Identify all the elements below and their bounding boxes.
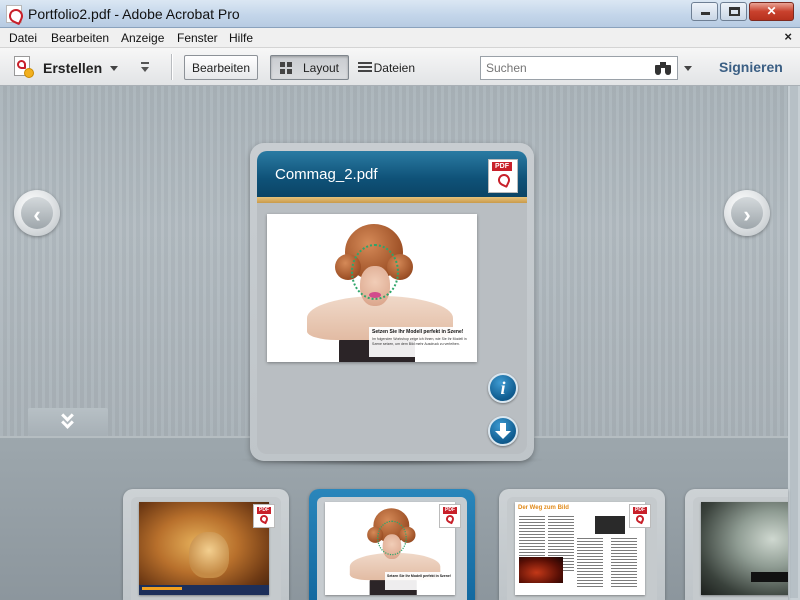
layout-view-button[interactable]: Layout [270, 55, 349, 80]
edit-button[interactable]: Bearbeiten [184, 55, 258, 80]
thumbnail-frame [693, 497, 788, 600]
pdf-file-icon: PDF [253, 504, 275, 528]
files-view-button[interactable]: Dateien [349, 55, 424, 80]
previous-file-button-face: ‹ [21, 197, 53, 229]
flower-caption-bar [751, 572, 788, 582]
file-preview[interactable]: Setzen Sie Ihr Modell perfekt in Szene! … [267, 214, 477, 362]
create-label: Erstellen [43, 60, 103, 76]
download-icon [495, 431, 511, 439]
pdf-swirl [444, 513, 456, 525]
vertical-scrollbar[interactable] [788, 86, 800, 600]
pdf-label: PDF [257, 507, 271, 514]
list-icon [358, 62, 372, 73]
pdf-label: PDF [492, 162, 512, 171]
search-input[interactable] [486, 59, 651, 77]
thumbnail-frame: PDF [131, 497, 281, 600]
previous-file-button[interactable]: ‹ [14, 190, 60, 236]
double-chevron-down-icon [61, 409, 75, 431]
thumbnail-frame: Der Weg zum Bild PDF [507, 497, 657, 600]
text-column [611, 538, 637, 588]
thumbnail-page: Der Weg zum Bild [515, 502, 645, 595]
preview-caption-title: Setzen Sie Ihr Modell perfekt in Szene! [372, 329, 464, 335]
binoculars-icon[interactable] [655, 62, 671, 75]
files-view-label: Dateien [373, 60, 415, 75]
info-icon: i [500, 378, 506, 398]
create-button[interactable]: Erstellen [12, 55, 119, 81]
grid-icon [280, 61, 293, 74]
customize-toolbar-icon[interactable] [140, 62, 150, 74]
collapse-panel-button[interactable] [28, 408, 108, 436]
next-file-button-face: › [731, 197, 763, 229]
thumbnail-page [139, 502, 269, 595]
menu-hilfe[interactable]: Hilfe [229, 31, 253, 45]
toolbar-separator [171, 54, 172, 80]
close-window-button[interactable]: ✕ [749, 2, 794, 21]
pdf-swirl [634, 513, 646, 525]
menu-bearbeiten[interactable]: Bearbeiten [51, 31, 109, 45]
preview-caption: Setzen Sie Ihr Modell perfekt in Szene! … [369, 327, 474, 357]
toolbar: Erstellen Bearbeiten Layout Dateien [0, 48, 800, 86]
create-pdf-icon [12, 56, 34, 80]
thumbnail-page: Setzen Sie Ihr Modell perfekt in Szene! [325, 502, 455, 595]
close-icon: ✕ [766, 4, 777, 18]
menu-anzeige[interactable]: Anzeige [121, 31, 164, 45]
maximize-button[interactable] [720, 2, 747, 21]
pdf-label: PDF [633, 507, 647, 514]
magazine-inset [595, 516, 625, 534]
header-stripe [257, 197, 527, 203]
sign-link[interactable]: Signieren [719, 59, 783, 75]
thumbnail-lion[interactable]: PDF [123, 489, 289, 600]
magazine-title: Der Weg zum Bild [518, 505, 569, 511]
download-button[interactable] [488, 416, 518, 446]
thumbnail-page [701, 502, 788, 595]
title-bar: Portfolio2.pdf - Adobe Acrobat Pro ✕ [0, 0, 800, 28]
window-controls: ✕ [691, 2, 794, 21]
file-card-header: Commag_2.pdf [257, 151, 527, 197]
magazine-page: Der Weg zum Bild [515, 502, 645, 595]
next-file-button[interactable]: › [724, 190, 770, 236]
thumbnail-commag-2[interactable]: Setzen Sie Ihr Modell perfekt in Szene! … [309, 489, 475, 600]
window-title: Portfolio2.pdf - Adobe Acrobat Pro [28, 6, 240, 22]
create-icon-swirl [17, 60, 26, 69]
pdf-file-icon: PDF [629, 504, 651, 528]
lion-face [189, 532, 229, 578]
pdf-swirl [496, 172, 512, 188]
chevron-down-icon [110, 65, 119, 71]
customize-icon-bar [141, 62, 149, 64]
scrollbar-track[interactable] [790, 86, 798, 598]
thumbnail-caption: Setzen Sie Ihr Modell perfekt in Szene! [385, 572, 451, 590]
chevron-right-icon: › [743, 202, 751, 227]
thumbnail-weg-zum-bild[interactable]: Der Weg zum Bild PDF [499, 489, 665, 600]
preview-caption-text: Im folgenden Workshop zeige ich Ihnen, w… [372, 337, 467, 346]
pdf-file-icon: PDF [439, 504, 461, 528]
minimize-button[interactable] [691, 2, 718, 21]
magazine-photo [519, 557, 563, 583]
acrobat-icon [6, 5, 22, 23]
view-toggle: Layout Dateien [270, 55, 424, 80]
minimize-icon [701, 12, 710, 15]
file-name: Commag_2.pdf [275, 166, 378, 183]
pdf-swirl [258, 513, 270, 525]
layout-view-label: Layout [302, 60, 339, 75]
close-document-icon[interactable]: × [784, 29, 792, 44]
lion-footer-bar [139, 585, 269, 595]
search-field [480, 56, 678, 80]
thumbnail-flower[interactable] [685, 489, 788, 600]
create-icon-star [24, 68, 34, 78]
search-options-icon[interactable] [684, 66, 692, 71]
menu-fenster[interactable]: Fenster [177, 31, 218, 45]
file-card-body: Commag_2.pdf Setzen Sie Ihr Modell perfe… [257, 151, 527, 454]
pdf-label: PDF [443, 507, 457, 514]
customize-icon-arrow [141, 67, 149, 72]
file-card[interactable]: Commag_2.pdf Setzen Sie Ihr Modell perfe… [250, 143, 534, 461]
menu-bar: Datei Bearbeiten Anzeige Fenster Hilfe × [0, 28, 800, 48]
thumbnail-caption-title: Setzen Sie Ihr Modell perfekt in Szene! [387, 574, 451, 578]
menu-datei[interactable]: Datei [9, 31, 37, 45]
chevron-left-icon: ‹ [33, 202, 41, 227]
text-column [577, 538, 603, 588]
pdf-file-icon: PDF [488, 159, 518, 193]
info-button[interactable]: i [488, 373, 518, 403]
maximize-icon [729, 7, 740, 16]
thumbnail-frame: Setzen Sie Ihr Modell perfekt in Szene! … [317, 497, 467, 600]
